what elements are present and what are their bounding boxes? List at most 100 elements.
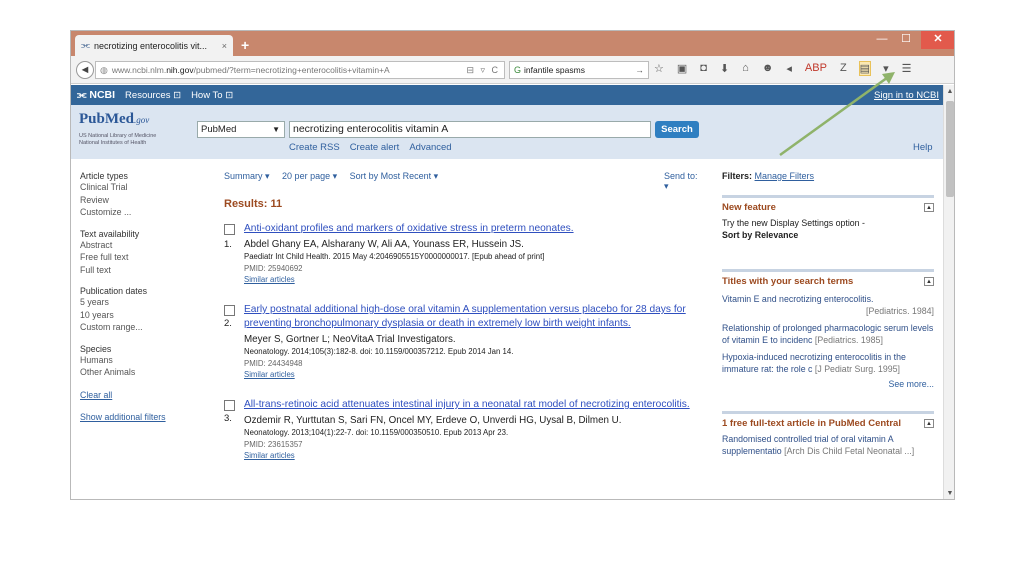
menu-icon[interactable]: ☰ (902, 62, 912, 75)
result-item: 3. All-trans-retinoic acid attenuates int… (224, 398, 714, 461)
related-title-link[interactable]: Relationship of prolonged pharmacologic … (722, 323, 934, 346)
create-rss-link[interactable]: Create RSS (289, 142, 340, 153)
clear-all-link[interactable]: Clear all (80, 389, 195, 402)
fulltext-article-link[interactable]: Randomised controlled trial of oral vita… (722, 434, 934, 457)
collapse-icon[interactable]: ▲ (924, 277, 934, 286)
url-bar-icons[interactable]: ⊟ ▿ C (466, 65, 504, 76)
manage-filters-link[interactable]: Manage Filters (755, 171, 815, 181)
result-checkbox[interactable] (224, 224, 235, 235)
new-feature-text: Try the new Display Settings option - (722, 218, 865, 228)
filter-item[interactable]: Abstract (80, 239, 195, 252)
filter-header: Article types (80, 171, 128, 181)
summary-menu[interactable]: Summary ▾ (224, 171, 270, 181)
result-number: 1. (224, 239, 232, 250)
search-button[interactable]: Search (655, 121, 699, 138)
advanced-link[interactable]: Advanced (409, 142, 451, 153)
send-to-menu[interactable]: Send to: ▾ (664, 171, 704, 192)
see-more-link[interactable]: See more... (722, 379, 934, 389)
collapse-icon[interactable]: ▲ (924, 203, 934, 212)
download-icon[interactable]: ⬇ (720, 62, 729, 75)
database-select[interactable]: PubMed ▼ (197, 121, 285, 138)
filter-item[interactable]: Clinical Trial (80, 181, 195, 194)
browser-search-bar[interactable]: G infantile spasms → (509, 61, 649, 79)
new-tab-button[interactable]: + (241, 37, 249, 53)
filter-item[interactable]: 10 years (80, 309, 195, 322)
url-bar[interactable]: ◍ www.ncbi.nlm. nih.gov/pubmed/?term=necr… (95, 61, 505, 79)
search-go-icon[interactable]: → (636, 65, 649, 75)
browser-tab[interactable]: ⫘ necrotizing enterocolitis vit... × (75, 35, 233, 56)
filter-item[interactable]: 5 years (80, 296, 195, 309)
minimize-button[interactable]: — (871, 31, 893, 49)
scroll-up-icon[interactable]: ▲ (944, 85, 954, 99)
home-icon[interactable]: ⌂ (742, 62, 749, 75)
similar-articles-link[interactable]: Similar articles (244, 274, 714, 285)
howto-menu[interactable]: How To ⊡ (191, 90, 233, 101)
send-icon[interactable]: ◂ (786, 62, 792, 75)
filter-header: Species (80, 343, 112, 354)
results-count: Results: 11 (224, 198, 283, 210)
maximize-button[interactable]: ☐ (895, 31, 917, 49)
filter-item[interactable]: Humans (80, 354, 195, 367)
portlet-header: New feature (722, 202, 776, 213)
resources-menu[interactable]: Resources ⊡ (125, 90, 181, 101)
filter-item[interactable]: Free full text (80, 251, 195, 264)
sort-by-relevance-link[interactable]: Sort by Relevance (722, 230, 934, 242)
tab-title: necrotizing enterocolitis vit... (94, 40, 208, 51)
bookmark-star-icon[interactable]: ☆ (654, 62, 664, 75)
scroll-thumb[interactable] (946, 101, 954, 197)
filter-item[interactable]: Other Animals (80, 366, 195, 379)
sign-in-link[interactable]: Sign in to NCBI (874, 90, 943, 101)
pubmed-logo[interactable]: PubMed.gov (79, 111, 149, 128)
collapse-icon[interactable]: ▲ (924, 419, 934, 428)
related-title-link[interactable]: Hypoxia-induced necrotizing enterocoliti… (722, 352, 934, 375)
result-title-link[interactable]: Early postnatal additional high-dose ora… (244, 304, 686, 329)
globe-icon: ◍ (100, 64, 108, 75)
tab-close-icon[interactable]: × (222, 41, 227, 51)
filter-group-article-types: Article types Clinical Trial Review Cust… (80, 171, 195, 219)
similar-articles-link[interactable]: Similar articles (244, 369, 714, 380)
result-checkbox[interactable] (224, 400, 235, 411)
adblock-icon[interactable]: ABP (805, 62, 827, 75)
vertical-scrollbar[interactable]: ▲ ▼ (943, 85, 954, 499)
filter-item[interactable]: Custom range... (80, 321, 195, 334)
portlet-header: Titles with your search terms (722, 276, 854, 287)
zotero-save-icon[interactable]: ▤ (858, 61, 872, 76)
filter-item[interactable]: Customize ... (80, 206, 195, 219)
chat-icon[interactable]: ☻ (762, 62, 774, 75)
zotero-icon[interactable]: Z (840, 62, 847, 75)
filter-group-species: Species Humans Other Animals (80, 344, 195, 379)
result-journal: Paediatr Int Child Health. 2015 May 4:20… (244, 252, 545, 261)
result-title-link[interactable]: Anti-oxidant profiles and markers of oxi… (244, 222, 714, 236)
per-page-menu[interactable]: 20 per page ▾ (282, 171, 337, 181)
scroll-down-icon[interactable]: ▼ (944, 487, 954, 499)
help-link[interactable]: Help (913, 142, 933, 153)
result-checkbox[interactable] (224, 305, 235, 316)
window-close-button[interactable]: ✕ (921, 31, 954, 49)
filter-item[interactable]: Full text (80, 264, 195, 277)
search-input[interactable]: necrotizing enterocolitis vitamin A (289, 121, 651, 138)
pocket-icon[interactable]: ◘ (700, 62, 707, 75)
result-authors: Abdel Ghany EA, Alsharany W, Ali AA, You… (244, 239, 524, 250)
library-credit: US National Library of Medicine National… (79, 133, 157, 146)
filter-item[interactable]: Review (80, 194, 195, 207)
show-additional-filters-link[interactable]: Show additional filters (80, 411, 195, 424)
ncbi-favicon-icon: ⫘ (81, 40, 90, 51)
filter-group-text-availability: Text availability Abstract Free full tex… (80, 229, 195, 277)
sort-menu[interactable]: Sort by Most Recent ▾ (350, 171, 439, 181)
dropdown-chevron-icon[interactable]: ▾ (883, 62, 889, 75)
back-button[interactable]: ◄ (76, 61, 94, 79)
ncbi-logo[interactable]: ⫘ NCBI (77, 89, 115, 102)
filter-group-publication-dates: Publication dates 5 years 10 years Custo… (80, 286, 195, 334)
filters-line: Filters: Manage Filters (722, 171, 815, 181)
create-alert-link[interactable]: Create alert (350, 142, 400, 153)
search-engine-icon[interactable]: G (514, 65, 521, 75)
similar-articles-link[interactable]: Similar articles (244, 450, 714, 461)
url-path: /pubmed/?term=necrotizing+enterocolitis+… (193, 65, 390, 75)
related-title-link[interactable]: Vitamin E and necrotizing enterocolitis.… (722, 294, 934, 317)
navigation-bar: ◄ ◍ www.ncbi.nlm. nih.gov/pubmed/?term=ne… (71, 56, 954, 84)
reading-list-icon[interactable]: ▣ (677, 62, 687, 75)
browser-search-value: infantile spasms (524, 65, 585, 75)
result-title-link[interactable]: All-trans-retinoic acid attenuates intes… (244, 399, 690, 410)
result-journal: Neonatology. 2013;104(1):22-7. doi: 10.1… (244, 428, 509, 437)
ncbi-header: ⫘ NCBI Resources ⊡ How To ⊡ Sign in to N… (71, 85, 943, 105)
